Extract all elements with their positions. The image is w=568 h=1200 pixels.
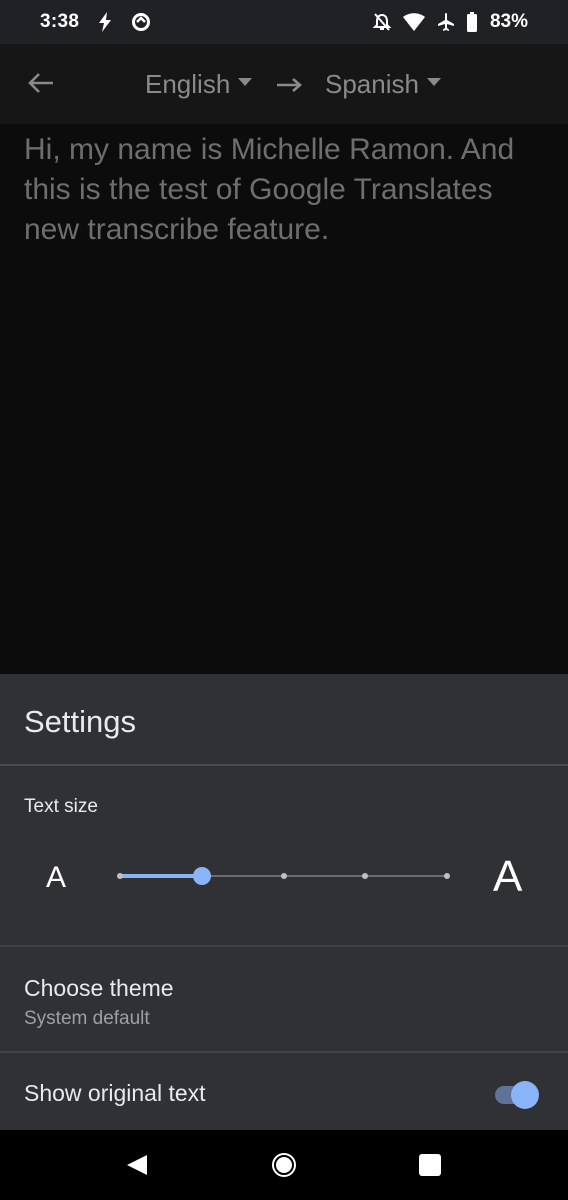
show-original-row[interactable]: Show original text bbox=[0, 1053, 568, 1130]
divider bbox=[0, 764, 568, 766]
chevron-down-icon bbox=[238, 77, 253, 86]
nav-back-icon[interactable] bbox=[125, 1153, 149, 1177]
settings-sheet: Settings Text size A A Choose theme Syst… bbox=[0, 674, 568, 1130]
target-language-label: Spanish bbox=[325, 69, 419, 99]
slider-fill bbox=[120, 874, 202, 878]
status-bar: 3:38 83% bbox=[0, 0, 568, 44]
choose-theme-row[interactable]: Choose theme System default bbox=[0, 947, 568, 1051]
text-size-small-icon: A bbox=[46, 861, 67, 894]
transcript-area: Hi, my name is Michelle Ramon. And this … bbox=[0, 124, 568, 674]
source-language-label: English bbox=[145, 69, 231, 99]
screen: 3:38 83% English Spanish Hi, my name is … bbox=[0, 0, 568, 1200]
slider-thumb[interactable] bbox=[192, 867, 211, 885]
slider-tick bbox=[280, 873, 287, 879]
arrow-left-icon bbox=[28, 73, 53, 93]
battery-icon bbox=[466, 12, 478, 32]
choose-theme-title: Choose theme bbox=[24, 975, 174, 1001]
source-language-selector[interactable]: English bbox=[145, 69, 253, 100]
slider-tick bbox=[362, 873, 369, 879]
text-size-label: Text size bbox=[24, 796, 98, 817]
toggle-knob bbox=[511, 1081, 539, 1109]
text-size-slider[interactable] bbox=[117, 867, 450, 887]
settings-title: Settings bbox=[24, 704, 137, 739]
choose-theme-value: System default bbox=[24, 1008, 150, 1029]
navigation-bar bbox=[0, 1130, 568, 1200]
slider-tick bbox=[444, 873, 450, 879]
show-original-label: Show original text bbox=[24, 1080, 206, 1106]
airplane-mode-icon bbox=[436, 12, 456, 32]
wifi-icon bbox=[402, 12, 426, 32]
battery-percentage: 83% bbox=[489, 11, 528, 32]
target-language-selector[interactable]: Spanish bbox=[325, 69, 441, 100]
notifications-off-icon bbox=[372, 12, 392, 32]
charging-bolt-icon bbox=[97, 12, 113, 32]
app-bar: English Spanish bbox=[0, 44, 568, 124]
status-right: 83% bbox=[372, 11, 528, 33]
status-left: 3:38 bbox=[40, 11, 151, 33]
back-button[interactable] bbox=[24, 66, 58, 100]
status-time: 3:38 bbox=[40, 11, 80, 32]
transcript-text: Hi, my name is Michelle Ramon. And this … bbox=[24, 133, 515, 246]
nav-home-icon[interactable] bbox=[270, 1151, 298, 1179]
show-original-toggle[interactable] bbox=[493, 1080, 541, 1110]
chevron-down-icon bbox=[426, 77, 441, 86]
data-saver-icon bbox=[131, 12, 151, 32]
nav-recents-icon[interactable] bbox=[419, 1154, 441, 1176]
slider-tick bbox=[117, 873, 123, 879]
text-size-large-icon: A bbox=[493, 852, 523, 901]
arrow-right-icon bbox=[277, 78, 302, 92]
